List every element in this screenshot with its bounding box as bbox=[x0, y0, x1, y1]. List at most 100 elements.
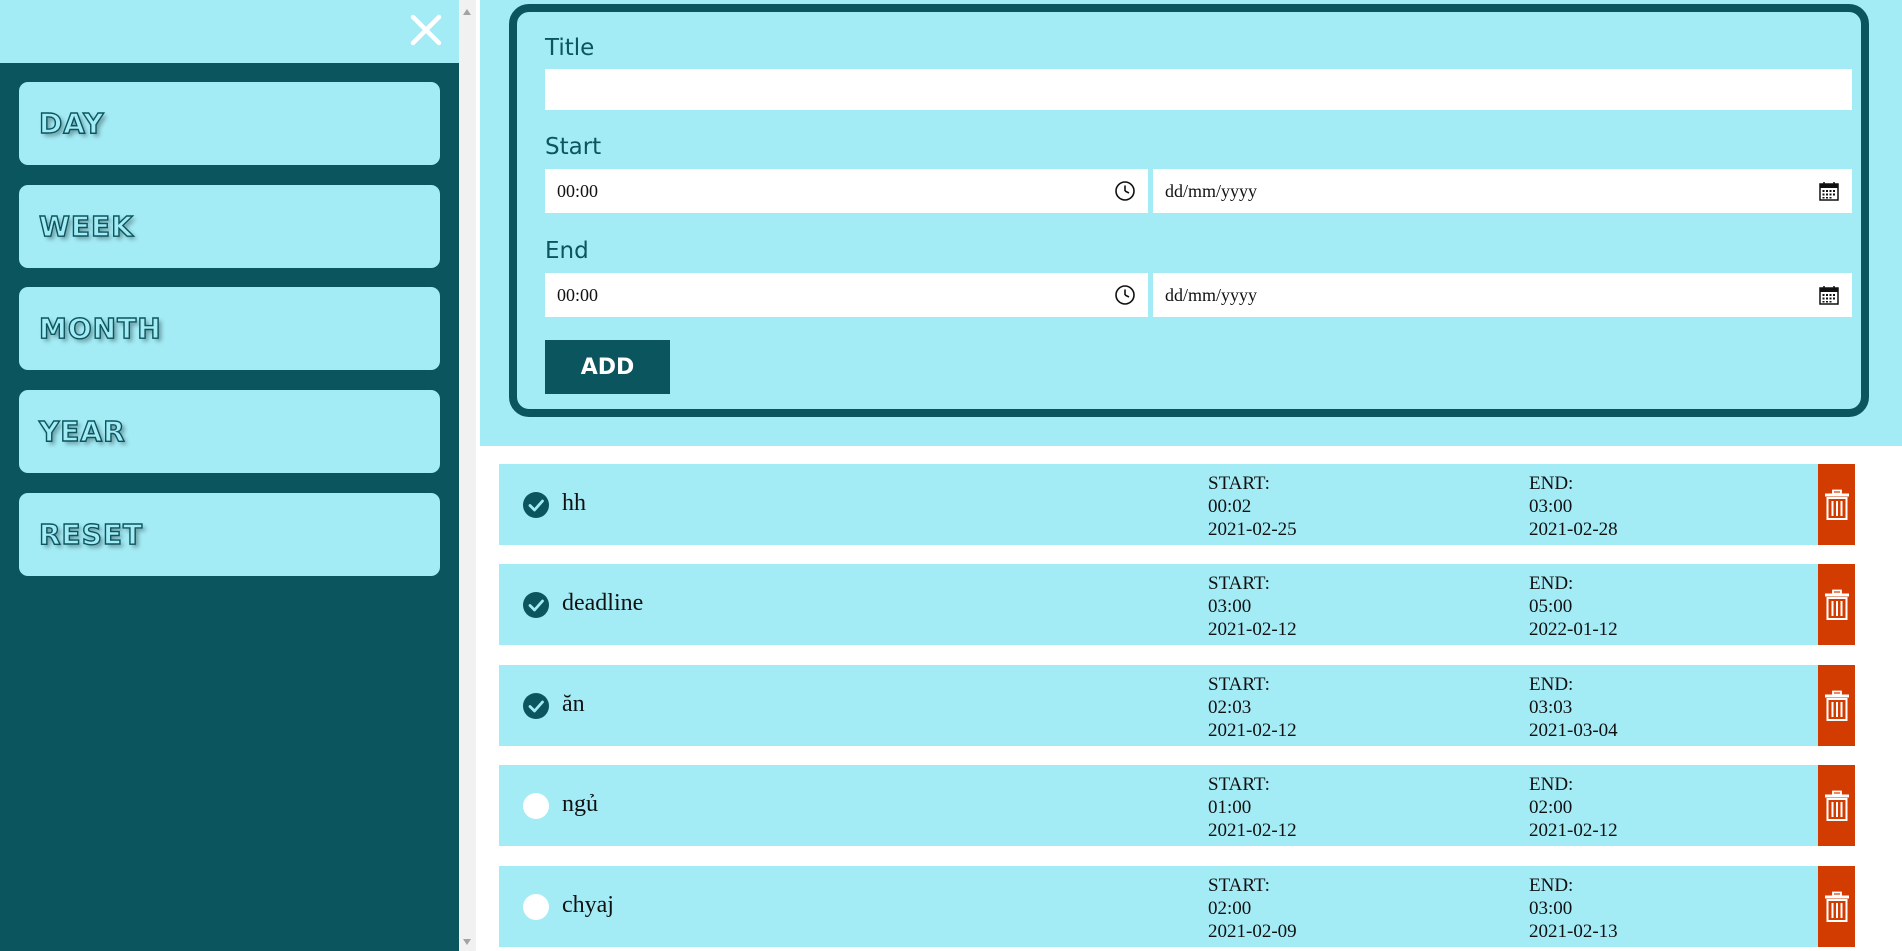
end-date: 2022-01-12 bbox=[1529, 619, 1618, 640]
end-time: 03:03 bbox=[1529, 697, 1573, 718]
task-row: ngủ START: 01:00 2021-02-12 END: 02:00 2… bbox=[499, 765, 1855, 846]
trash-icon bbox=[1824, 790, 1849, 821]
start-date: 2021-02-25 bbox=[1208, 519, 1297, 540]
end-date: 2021-02-13 bbox=[1529, 921, 1618, 942]
start-date-placeholder: dd/mm/yyyy bbox=[1165, 180, 1258, 201]
year-button[interactable]: YEAR bbox=[19, 390, 440, 473]
delete-button[interactable] bbox=[1818, 464, 1855, 545]
task-end: END: 03:03 2021-03-04 bbox=[1529, 673, 1618, 742]
unchecked-circle-icon[interactable] bbox=[523, 894, 549, 920]
task-row: chyaj START: 02:00 2021-02-09 END: 03:00… bbox=[499, 866, 1855, 947]
end-label: END: bbox=[1529, 674, 1574, 695]
title-input[interactable] bbox=[545, 69, 1852, 110]
task-end: END: 02:00 2021-02-12 bbox=[1529, 773, 1618, 842]
add-button[interactable]: ADD bbox=[545, 340, 670, 394]
task-end: END: 05:00 2022-01-12 bbox=[1529, 572, 1618, 641]
end-date-input[interactable]: dd/mm/yyyy bbox=[1153, 273, 1852, 317]
end-date: 2021-02-12 bbox=[1529, 820, 1618, 841]
reset-button[interactable]: RESET bbox=[19, 493, 440, 576]
end-date: 2021-02-28 bbox=[1529, 519, 1618, 540]
task-start: START: 00:02 2021-02-25 bbox=[1208, 472, 1297, 541]
end-time: 02:00 bbox=[1529, 797, 1573, 818]
end-label: END: bbox=[1529, 875, 1574, 896]
start-label: START: bbox=[1208, 674, 1270, 695]
end-time-value: 00:00 bbox=[557, 284, 599, 305]
task-title: deadline bbox=[562, 590, 644, 616]
task-title: chyaj bbox=[562, 892, 614, 918]
task-end: END: 03:00 2021-02-28 bbox=[1529, 472, 1618, 541]
main-content: Title Start 00:00 dd/mm/yyyy End 00:00 d… bbox=[476, 0, 1902, 951]
end-date-placeholder: dd/mm/yyyy bbox=[1165, 284, 1258, 305]
clock-icon[interactable] bbox=[1114, 180, 1136, 202]
week-button-label: WEEK bbox=[38, 209, 134, 243]
task-row: hh START: 00:02 2021-02-25 END: 03:00 20… bbox=[499, 464, 1855, 545]
trash-icon bbox=[1824, 589, 1849, 620]
end-label: END: bbox=[1529, 473, 1574, 494]
start-label: Start bbox=[545, 134, 602, 160]
check-circle-icon[interactable] bbox=[523, 592, 549, 618]
end-label: End bbox=[545, 238, 589, 264]
delete-button[interactable] bbox=[1818, 665, 1855, 746]
task-title: hh bbox=[562, 490, 586, 516]
task-start: START: 02:00 2021-02-09 bbox=[1208, 874, 1297, 943]
start-label: START: bbox=[1208, 774, 1270, 795]
task-start: START: 02:03 2021-02-12 bbox=[1208, 673, 1297, 742]
start-date: 2021-02-12 bbox=[1208, 820, 1297, 841]
start-time-value: 00:00 bbox=[557, 180, 599, 201]
task-start: START: 03:00 2021-02-12 bbox=[1208, 572, 1297, 641]
delete-button[interactable] bbox=[1818, 564, 1855, 645]
calendar-icon[interactable] bbox=[1818, 284, 1840, 306]
start-label: START: bbox=[1208, 473, 1270, 494]
sidebar-scrollbar[interactable] bbox=[459, 0, 476, 951]
trash-icon bbox=[1824, 891, 1849, 922]
calendar-icon[interactable] bbox=[1818, 180, 1840, 202]
trash-icon bbox=[1824, 690, 1849, 721]
start-time-input[interactable]: 00:00 bbox=[545, 169, 1148, 213]
week-button[interactable]: WEEK bbox=[19, 185, 440, 268]
task-row: deadline START: 03:00 2021-02-12 END: 05… bbox=[499, 564, 1855, 645]
unchecked-circle-icon[interactable] bbox=[523, 793, 549, 819]
start-time: 01:00 bbox=[1208, 797, 1252, 818]
end-time: 05:00 bbox=[1529, 596, 1573, 617]
end-label: END: bbox=[1529, 573, 1574, 594]
start-date: 2021-02-12 bbox=[1208, 619, 1297, 640]
year-button-label: YEAR bbox=[38, 414, 126, 448]
title-label: Title bbox=[545, 35, 595, 61]
start-time: 02:03 bbox=[1208, 697, 1252, 718]
delete-button[interactable] bbox=[1818, 866, 1855, 947]
start-date-input[interactable]: dd/mm/yyyy bbox=[1153, 169, 1852, 213]
start-time: 02:00 bbox=[1208, 898, 1252, 919]
reset-button-label: RESET bbox=[38, 517, 144, 551]
start-label: START: bbox=[1208, 875, 1270, 896]
task-row: ăn START: 02:03 2021-02-12 END: 03:03 20… bbox=[499, 665, 1855, 746]
sidebar: DAY WEEK MONTH YEAR RESET bbox=[0, 0, 459, 951]
end-date: 2021-03-04 bbox=[1529, 720, 1618, 741]
close-icon[interactable] bbox=[408, 12, 444, 48]
start-date: 2021-02-12 bbox=[1208, 720, 1297, 741]
month-button-label: MONTH bbox=[38, 311, 162, 345]
start-time: 00:02 bbox=[1208, 496, 1252, 517]
day-button-label: DAY bbox=[38, 106, 105, 140]
scroll-down-arrow-icon[interactable] bbox=[463, 939, 471, 945]
end-time-input[interactable]: 00:00 bbox=[545, 273, 1148, 317]
delete-button[interactable] bbox=[1818, 765, 1855, 846]
start-label: START: bbox=[1208, 573, 1270, 594]
add-task-form: Title Start 00:00 dd/mm/yyyy End 00:00 d… bbox=[509, 4, 1869, 417]
end-time: 03:00 bbox=[1529, 898, 1573, 919]
check-circle-icon[interactable] bbox=[523, 693, 549, 719]
task-title: ngủ bbox=[562, 791, 598, 817]
clock-icon[interactable] bbox=[1114, 284, 1136, 306]
end-label: END: bbox=[1529, 774, 1574, 795]
month-button[interactable]: MONTH bbox=[19, 287, 440, 370]
add-task-section: Title Start 00:00 dd/mm/yyyy End 00:00 d… bbox=[480, 0, 1902, 446]
day-button[interactable]: DAY bbox=[19, 82, 440, 165]
check-circle-icon[interactable] bbox=[523, 492, 549, 518]
task-end: END: 03:00 2021-02-13 bbox=[1529, 874, 1618, 943]
start-time: 03:00 bbox=[1208, 596, 1252, 617]
start-date: 2021-02-09 bbox=[1208, 921, 1297, 942]
scroll-up-arrow-icon[interactable] bbox=[463, 9, 471, 15]
sidebar-header bbox=[0, 0, 459, 63]
task-start: START: 01:00 2021-02-12 bbox=[1208, 773, 1297, 842]
trash-icon bbox=[1824, 489, 1849, 520]
task-title: ăn bbox=[562, 691, 585, 717]
